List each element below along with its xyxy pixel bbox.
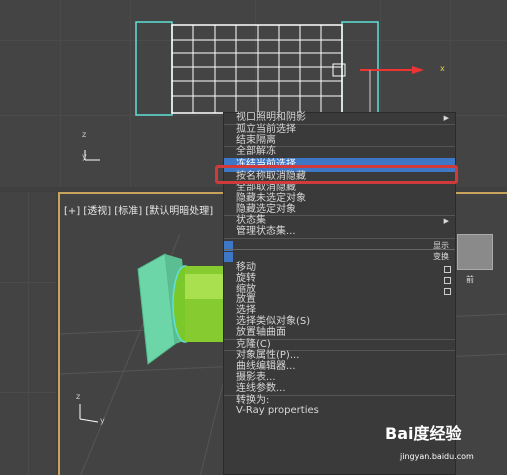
menu-item-place-pivot-surface[interactable]: 放置轴曲面 [224,327,455,339]
baidu-jingyan-watermark: Bai度经验 [385,424,462,443]
menu-item-move[interactable]: 移动 [224,262,455,274]
quad-label-transform: 变换 [433,251,449,261]
viewcube-front-label: 前 [466,275,474,284]
top-axis-x-label: x [440,64,445,73]
menu-item-wire-parameters[interactable]: 连线参数... [224,383,455,395]
settings-box-icon[interactable] [444,276,451,284]
top-axis-z-label: z [82,130,87,139]
menu-item-viewport-lighting[interactable]: 视口照明和阴影 ▶ [224,112,455,124]
grid-line [28,192,29,475]
submenu-arrow-icon: ▶ [443,217,449,226]
persp-axis-z-label: z [76,392,81,401]
grid-line [0,282,56,283]
menu-item-hide-selection[interactable]: 隐藏选定对象 [224,204,455,216]
menu-item-place[interactable]: 放置 [224,294,455,306]
menu-item-end-isolate[interactable]: 结束隔离 [224,135,455,147]
submenu-arrow-icon: ▶ [443,114,449,122]
quad-divider: 显示 变换 [224,237,455,263]
left-viewport[interactable] [0,192,56,475]
settings-box-icon[interactable] [444,265,451,273]
settings-box-icon[interactable] [444,287,451,295]
watermark-url: jingyan.baidu.com [400,452,474,461]
quad-divider-line [224,248,455,250]
menu-item-vray-properties[interactable]: V-Ray properties [224,405,455,417]
menu-item-clone[interactable]: 克隆(C) [224,338,455,351]
menu-item-rotate[interactable]: 旋转 [224,273,455,285]
quad-corner-transform [224,251,233,262]
menu-item-manage-state-sets[interactable]: 管理状态集... [224,226,455,238]
top-axis-y-label: y [82,152,87,161]
menu-item-scale[interactable]: 缩放 [224,284,455,296]
viewcube[interactable] [457,234,493,270]
quad-label-display: 显示 [433,240,449,250]
grid-line [0,392,56,393]
menu-item-unfreeze-all[interactable]: 全部解冻 [224,146,455,158]
persp-axis-y-label: y [100,416,105,425]
highlight-annotation-box [215,165,458,184]
